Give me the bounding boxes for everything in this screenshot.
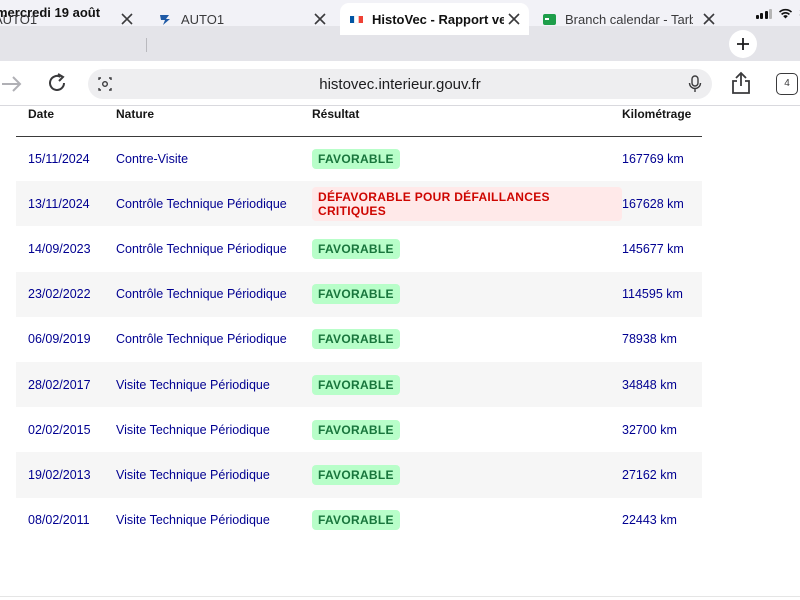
browser-toolbar: histovec.interieur.gouv.fr 4 (0, 61, 800, 106)
status-badge: DÉFAVORABLE POUR DÉFAILLANCES CRITIQUES (312, 186, 622, 221)
tab-auto1-first[interactable]: AUTO1 (0, 3, 146, 35)
result-cell: FAVORABLE (312, 226, 622, 271)
nature-cell: Visite Technique Périodique (116, 361, 312, 408)
nature-cell: Contrôle Technique Périodique (116, 241, 287, 256)
mileage-cell: 78938 km (622, 332, 677, 347)
status-badge: FAVORABLE (312, 238, 400, 259)
mileage-cell: 167769 km (622, 151, 684, 166)
column-header-nature: Nature (116, 106, 312, 137)
table-row: 08/02/2011 Visite Technique Périodique FAV… (16, 498, 702, 543)
status-badge: FAVORABLE (312, 374, 400, 395)
cellular-signal-icon (755, 8, 773, 19)
tab-overview-button[interactable]: 4 (776, 73, 798, 95)
result-cell: FAVORABLE (312, 361, 622, 408)
table-row: 15/11/2024 Contre-Visite FAVORABLE 167769 k… (16, 136, 702, 181)
date-cell: 08/02/2011 (28, 513, 90, 528)
mileage-cell: 34848 km (622, 361, 702, 408)
mileage-cell: 22443 km (622, 513, 677, 528)
status-badge: FAVORABLE (312, 464, 400, 485)
nature-cell: Contrôle Technique Périodique (116, 181, 312, 227)
tab-label: Branch calendar - Tarbes (565, 11, 693, 27)
table-row: 19/02/2013 Visite Technique Périodique FAV… (16, 452, 702, 498)
technical-inspection-table: Date Nature Résultat Kilométrage 15/11/2… (16, 106, 702, 543)
auto1-logo-icon (160, 14, 170, 25)
reload-icon[interactable] (46, 72, 68, 94)
close-tab-icon[interactable] (700, 10, 718, 28)
result-cell: FAVORABLE (312, 407, 622, 452)
date-cell: 28/02/2017 (16, 361, 116, 408)
close-tab-icon[interactable] (311, 10, 329, 28)
result-cell: DÉFAVORABLE POUR DÉFAILLANCES CRITIQUES (312, 181, 622, 227)
tab-auto1-second[interactable]: AUTO1 (152, 3, 340, 35)
table-row: 02/02/2015 Visite Technique Périodique FAV… (16, 407, 702, 452)
nature-cell: Contrôle Technique Périodique (116, 271, 312, 317)
forward-arrow-icon[interactable] (0, 74, 24, 94)
address-bar[interactable]: histovec.interieur.gouv.fr (88, 69, 712, 99)
table-row: 06/09/2019 Contrôle Technique Périodique F… (16, 317, 702, 362)
page-content: Date Nature Résultat Kilométrage 15/11/2… (0, 106, 800, 600)
nature-cell: Contre-Visite (116, 151, 189, 166)
tab-branch-calendar[interactable]: Branch calendar - Tarbes (533, 3, 724, 35)
close-tab-icon[interactable] (505, 10, 523, 28)
mileage-cell: 27162 km (622, 452, 702, 498)
table-row: 14/09/2023 Contrôle Technique Périodique F… (16, 226, 702, 271)
tab-separator (146, 38, 147, 52)
french-flag-icon (350, 15, 363, 23)
green-calendar-icon (543, 13, 556, 25)
nature-cell: Visite Technique Périodique (116, 422, 270, 437)
mileage-cell: 145677 km (622, 241, 684, 256)
wifi-icon (779, 8, 793, 18)
date-cell: 13/11/2024 (16, 181, 116, 227)
status-badge: FAVORABLE (312, 148, 400, 169)
mileage-cell: 32700 km (622, 422, 677, 437)
result-cell: FAVORABLE (312, 498, 622, 543)
url-text: histovec.interieur.gouv.fr (319, 76, 481, 93)
column-header-result: Résultat (312, 106, 622, 137)
plus-icon (737, 38, 749, 50)
date-cell: 23/02/2022 (16, 271, 116, 317)
result-cell: FAVORABLE (312, 271, 622, 317)
table-header-row: Date Nature Résultat Kilométrage (16, 106, 702, 137)
date-cell: 19/02/2013 (16, 452, 116, 498)
status-badge: FAVORABLE (312, 284, 400, 305)
nature-cell: Contrôle Technique Périodique (116, 332, 287, 347)
status-badge: FAVORABLE (312, 510, 400, 531)
share-icon[interactable] (730, 71, 752, 95)
column-header-mileage: Kilométrage (622, 106, 702, 137)
tab-histovec[interactable]: HistoVec - Rapport vendeur (340, 3, 529, 35)
status-badge: FAVORABLE (312, 329, 400, 350)
divider (0, 596, 800, 597)
column-header-date: Date (16, 106, 116, 137)
date-cell: 02/02/2015 (28, 422, 91, 437)
mileage-cell: 167628 km (622, 181, 702, 227)
close-tab-icon[interactable] (118, 10, 136, 28)
tab-label: AUTO1 (181, 11, 225, 27)
result-cell: FAVORABLE (312, 452, 622, 498)
tab-label: HistoVec - Rapport vendeur (372, 11, 504, 27)
date-cell: 15/11/2024 (28, 151, 90, 166)
result-cell: FAVORABLE (312, 136, 622, 181)
table-row: 23/02/2022 Contrôle Technique Périodique F… (16, 271, 702, 317)
nature-cell: Visite Technique Périodique (116, 452, 312, 498)
date-cell: 06/09/2019 (28, 332, 91, 347)
status-badge: FAVORABLE (312, 419, 400, 440)
tab-label: AUTO1 (0, 11, 38, 27)
mileage-cell: 114595 km (622, 271, 702, 317)
microphone-icon[interactable] (688, 75, 702, 93)
status-icons: 3 (755, 6, 800, 20)
table-row: 13/11/2024 Contrôle Technique Périodique D… (16, 181, 702, 227)
nature-cell: Visite Technique Périodique (116, 513, 270, 528)
table-row: 28/02/2017 Visite Technique Périodique FAV… (16, 361, 702, 408)
result-cell: FAVORABLE (312, 317, 622, 362)
date-cell: 14/09/2023 (28, 241, 91, 256)
new-tab-button[interactable] (729, 30, 757, 58)
